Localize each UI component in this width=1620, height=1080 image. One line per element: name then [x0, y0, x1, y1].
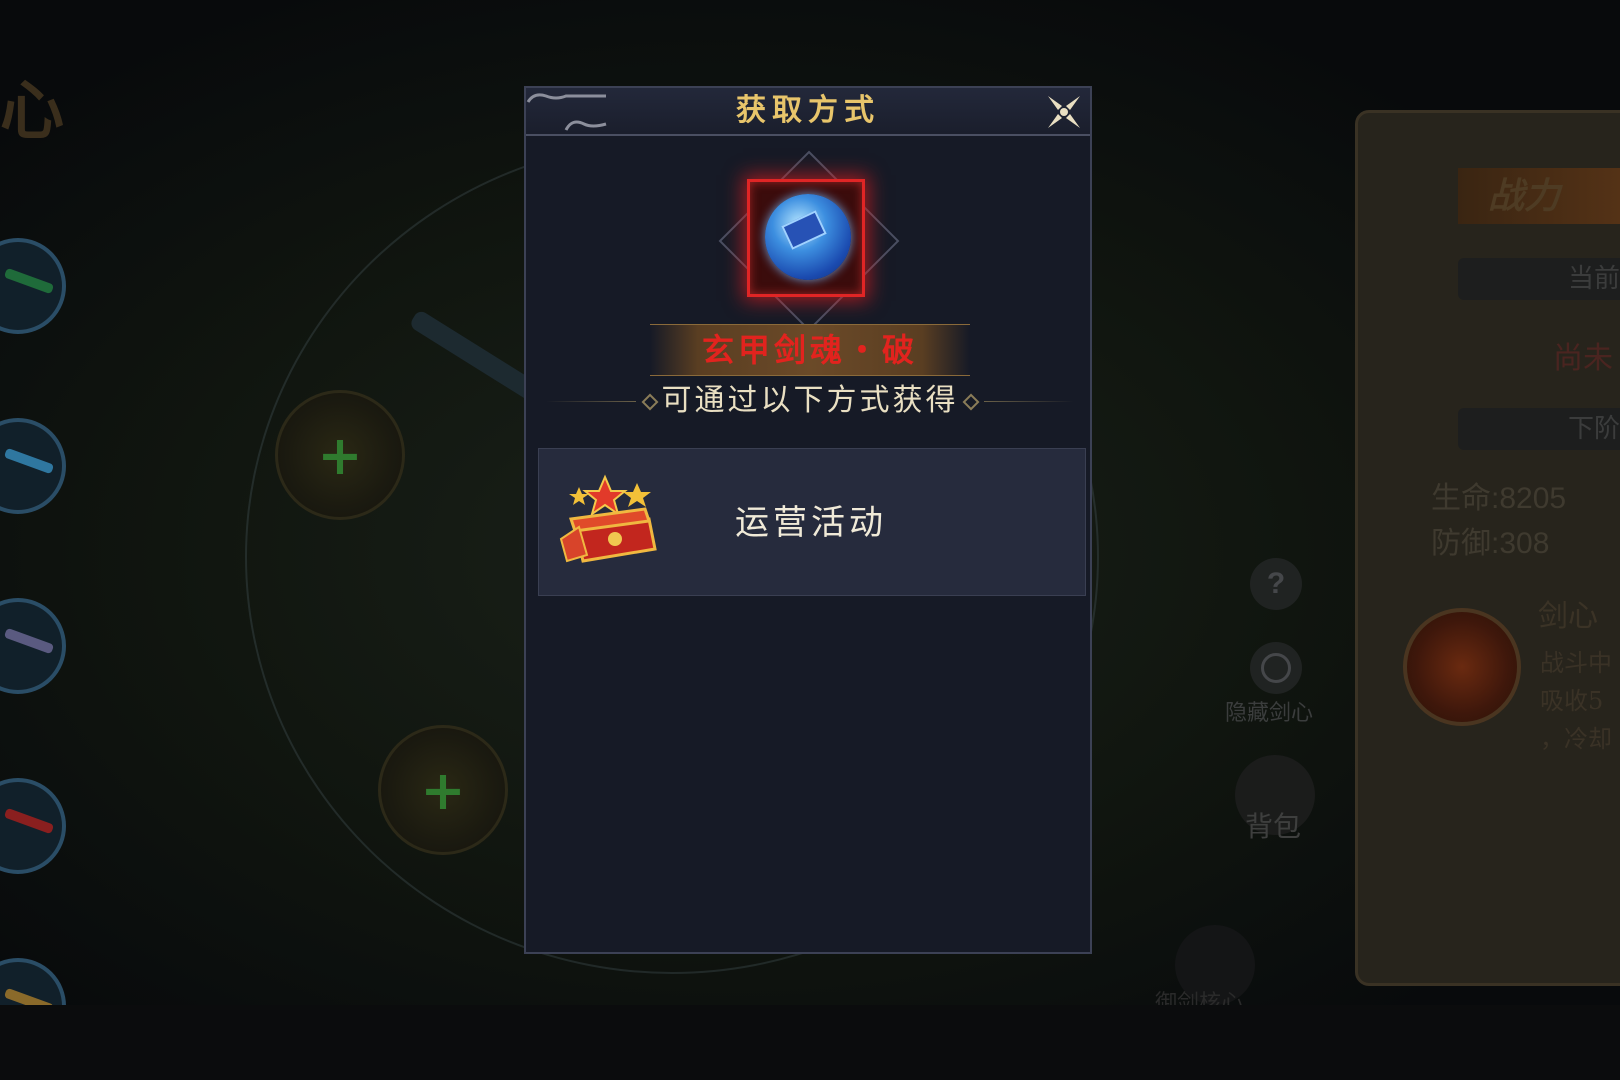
sword-slot-4[interactable]: [0, 778, 66, 874]
help-button[interactable]: ?: [1250, 558, 1302, 610]
gift-chest-icon: [559, 474, 657, 563]
skill-icon[interactable]: [1403, 608, 1521, 726]
dialog-header: 获取方式: [526, 88, 1090, 136]
hide-sword-heart-button[interactable]: [1250, 642, 1302, 694]
acquire-method-dialog: 获取方式 玄甲剑魂・破 可通过以下方式获得 运营活动: [524, 86, 1092, 954]
skill-desc-line: 吸收5: [1540, 687, 1604, 715]
item-icon: [714, 146, 904, 336]
sword-slot-1[interactable]: [0, 238, 66, 334]
eye-off-icon: [1261, 653, 1291, 683]
next-tier-tab: 下阶: [1458, 408, 1620, 450]
screen-title: 心: [0, 74, 64, 149]
item-name: 玄甲剑魂・破: [650, 324, 970, 376]
source-label: 运营活动: [735, 503, 887, 543]
skill-title: 剑心: [1538, 599, 1598, 634]
stat-hp: 生命:8205: [1431, 482, 1567, 515]
bag-label: 背包: [1245, 810, 1302, 843]
subtitle-row: 可通过以下方式获得: [546, 381, 1074, 421]
hide-sword-heart-label: 隐藏剑心: [1225, 701, 1314, 726]
sword-slot-3[interactable]: [0, 598, 66, 694]
stat-defense: 防御:308: [1431, 527, 1550, 560]
attribute-panel: 战力 当前 尚未 下阶 生命:8205 防御:308 剑心 战斗中 吸收5 ，冷…: [1355, 110, 1620, 986]
source-item-operation-event[interactable]: 运营活动: [538, 448, 1086, 596]
close-icon[interactable]: [1044, 92, 1084, 132]
skill-desc-line: 战斗中: [1540, 649, 1612, 677]
diamond-ornament-icon: [641, 393, 658, 411]
sword-slot-2[interactable]: [0, 418, 66, 514]
diamond-ornament-icon: [962, 393, 979, 411]
skill-desc-line: ，冷却: [1540, 725, 1612, 753]
status-text: 尚未: [1553, 341, 1613, 376]
plus-icon: +: [317, 423, 363, 487]
item-rarity-frame: [747, 179, 865, 297]
power-banner: 战力: [1458, 168, 1620, 224]
plus-icon: +: [420, 758, 466, 822]
current-tier-tab: 当前: [1458, 258, 1620, 300]
bottom-bar: [0, 1005, 1620, 1080]
subtitle-text: 可通过以下方式获得: [661, 383, 959, 418]
dialog-title: 获取方式: [736, 93, 880, 128]
empty-slot-add-button[interactable]: +: [275, 390, 405, 520]
empty-slot-add-button[interactable]: +: [378, 725, 508, 855]
